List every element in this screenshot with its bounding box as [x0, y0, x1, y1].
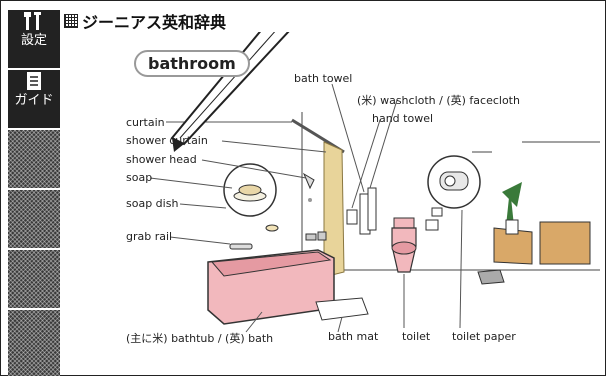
settings-button[interactable]: 設定	[8, 10, 60, 68]
illustration-panel[interactable]: bathroom bath towel (米) washcloth / (英) …	[62, 32, 600, 372]
label-bathtub[interactable]: (主に米) bathtub / (英) bath	[126, 330, 273, 346]
label-bath-towel[interactable]: bath towel	[294, 72, 352, 85]
label-soap-dish[interactable]: soap dish	[126, 197, 178, 210]
label-washcloth[interactable]: (米) washcloth / (英) facecloth	[357, 92, 520, 108]
dictionary-icon	[64, 14, 78, 28]
label-bath-mat[interactable]: bath mat	[328, 330, 378, 343]
label-toilet-paper[interactable]: toilet paper	[452, 330, 516, 343]
guide-book-icon	[27, 72, 41, 90]
label-soap[interactable]: soap	[126, 171, 152, 184]
sidebar: 設定 ガイド	[8, 10, 60, 376]
label-grab-rail[interactable]: grab rail	[126, 230, 172, 243]
tools-icon	[24, 12, 41, 30]
guide-label: ガイド	[14, 93, 54, 108]
label-hand-towel[interactable]: hand towel	[372, 112, 433, 125]
sidebar-empty-slot	[8, 250, 60, 308]
entry-word[interactable]: bathroom	[134, 50, 250, 77]
label-shower-head[interactable]: shower head	[126, 153, 197, 166]
sidebar-empty-slot	[8, 310, 60, 376]
guide-button[interactable]: ガイド	[8, 70, 60, 128]
label-toilet[interactable]: toilet	[402, 330, 430, 343]
label-shower-curtain[interactable]: shower curtain	[126, 134, 208, 147]
sidebar-empty-slot	[8, 130, 60, 188]
sidebar-empty-slot	[8, 190, 60, 248]
label-curtain[interactable]: curtain	[126, 116, 165, 129]
settings-label: 設定	[20, 33, 47, 48]
title-bar: ジーニアス英和辞典	[64, 10, 226, 32]
dictionary-title: ジーニアス英和辞典	[82, 13, 227, 32]
